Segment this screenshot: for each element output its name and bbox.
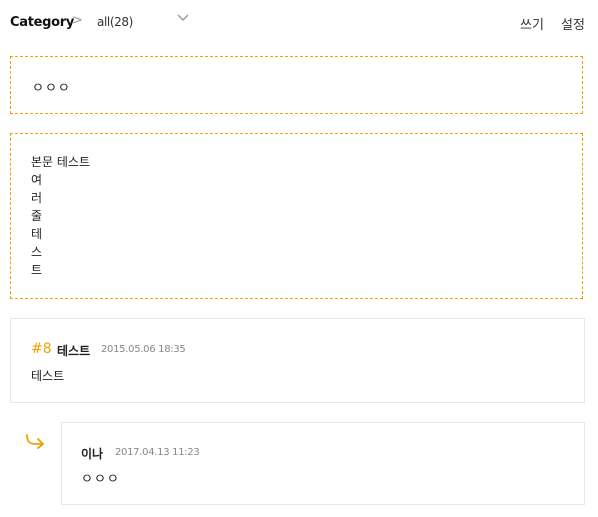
body-line: 스 bbox=[31, 245, 43, 259]
reply-author: 이나 bbox=[81, 447, 104, 461]
post-body-box[interactable]: 본문 테스트 여 러 줄 테 스 트 bbox=[10, 133, 583, 299]
reply-arrow-icon bbox=[26, 434, 44, 449]
post-title-box[interactable]: ㅇㅇㅇ bbox=[10, 56, 583, 114]
settings-button[interactable]: 설정 bbox=[561, 14, 585, 33]
body-line: 트 bbox=[31, 263, 43, 277]
reply-date: 2017.04.13 11:23 bbox=[115, 447, 200, 458]
write-button[interactable]: 쓰기 bbox=[520, 14, 544, 33]
comment-date: 2015.05.06 18:35 bbox=[101, 344, 186, 355]
body-line: 본문 테스트 bbox=[31, 155, 91, 169]
comment-author: 테스트 bbox=[57, 344, 91, 358]
header-bar: Category > all(28) 쓰기 설정 bbox=[0, 0, 598, 46]
comment-number[interactable]: #8 bbox=[31, 341, 52, 357]
category-label: Category bbox=[10, 15, 75, 30]
body-line: 여 bbox=[31, 173, 43, 187]
reply-item: 이나 2017.04.13 11:23 ㅇㅇㅇ bbox=[61, 422, 585, 505]
page: Category > all(28) 쓰기 설정 ㅇㅇㅇ 본문 테스트 여 러 … bbox=[0, 0, 598, 517]
comment-item: #8 테스트 2015.05.06 18:35 테스트 bbox=[10, 318, 585, 403]
chevron-down-icon[interactable] bbox=[176, 13, 190, 23]
post-body: 본문 테스트 여 러 줄 테 스 트 bbox=[31, 153, 90, 279]
post-title: ㅇㅇㅇ bbox=[32, 81, 71, 96]
chevron-right-icon: > bbox=[72, 13, 83, 28]
body-line: 러 bbox=[31, 191, 43, 205]
body-line: 줄 bbox=[31, 209, 43, 223]
comment-body: 테스트 bbox=[31, 369, 65, 383]
reply-body: ㅇㅇㅇ bbox=[81, 472, 120, 487]
body-line: 테 bbox=[31, 227, 43, 241]
category-select[interactable]: all(28) bbox=[97, 15, 133, 29]
